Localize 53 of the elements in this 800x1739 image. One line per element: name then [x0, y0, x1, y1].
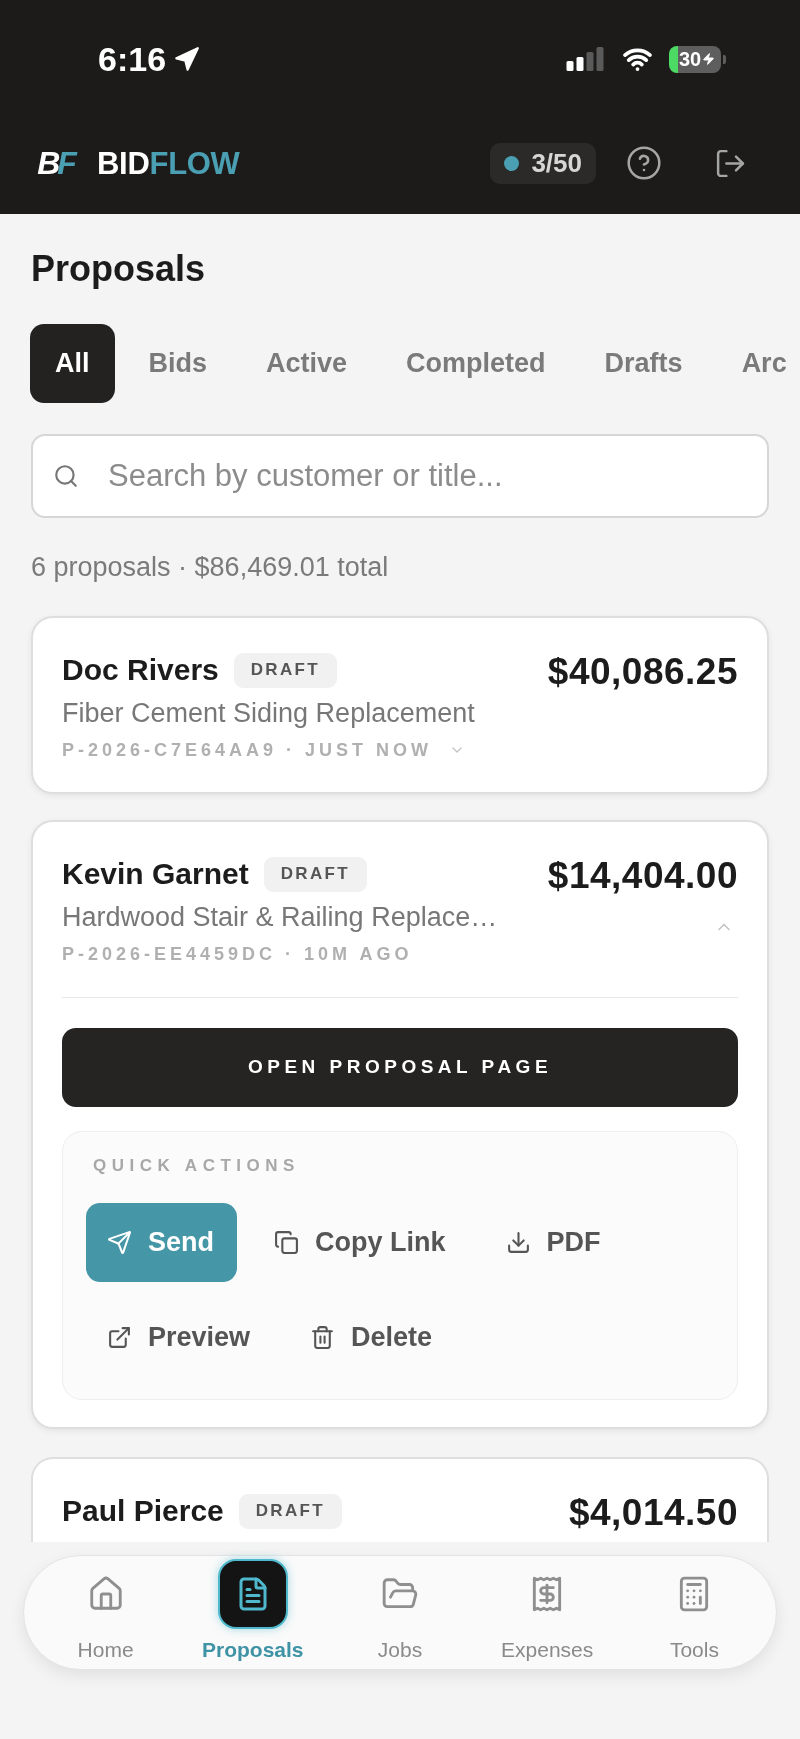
- filter-tab[interactable]: Bids: [123, 324, 233, 403]
- brand-name: BIDFLOW: [97, 147, 240, 179]
- customer-name: Kevin Garnet: [62, 856, 249, 892]
- filter-tab[interactable]: Drafts: [579, 324, 708, 403]
- section-label: QUICK ACTIONS: [93, 1155, 300, 1177]
- proposal-amount: $4,014.50: [568, 1493, 738, 1533]
- nav-tab[interactable]: Jobs: [326, 1559, 474, 1669]
- customer-name: Paul Pierce: [62, 1493, 224, 1529]
- proposal-meta: P-2026-C7E64AA9 · JUST NOW: [62, 739, 433, 762]
- status-badge: DRAFT: [238, 1493, 342, 1529]
- nav-tab[interactable]: Tools: [620, 1559, 768, 1669]
- nav-tab[interactable]: Proposals: [179, 1559, 327, 1669]
- filter-tab[interactable]: Completed: [381, 324, 571, 403]
- quick-action-button[interactable]: Preview: [86, 1298, 274, 1377]
- quick-action-button[interactable]: Delete: [289, 1298, 456, 1377]
- search-icon: [53, 463, 79, 489]
- proposal-amount: $40,086.25: [547, 652, 738, 692]
- external-link-icon: [107, 1325, 132, 1350]
- battery-percentage: 30: [679, 49, 702, 69]
- proposal-card[interactable]: Doc Rivers DRAFT Fiber Cement Siding Replacement P-2026-C7E64AA9 · JUST NOW $40,086.25: [31, 616, 769, 794]
- customer-name: Doc Rivers: [62, 652, 219, 688]
- search-field[interactable]: Search by customer or title...: [31, 434, 769, 518]
- proposal-amount: $14,404.00: [547, 856, 738, 896]
- proposal-title: Hardwood Stair & Railing Replace…: [62, 901, 498, 933]
- filter-tab[interactable]: All: [30, 324, 115, 403]
- charging-bolt-icon: [702, 51, 716, 67]
- copy-icon: [274, 1230, 299, 1255]
- quick-action-button[interactable]: Copy Link: [253, 1203, 469, 1282]
- logo-mark[interactable]: BF: [32, 139, 79, 187]
- location-arrow-icon: [173, 45, 201, 73]
- quick-action-button[interactable]: Send: [86, 1203, 237, 1282]
- usage-count: 3/50: [531, 150, 582, 176]
- download-icon: [505, 1230, 531, 1255]
- open-proposal-button[interactable]: OPEN PROPOSAL PAGE: [62, 1028, 738, 1107]
- help-icon[interactable]: [627, 146, 661, 180]
- quick-action-button[interactable]: PDF: [484, 1203, 624, 1282]
- status-badge: DRAFT: [233, 652, 337, 688]
- status-time: 6:16: [98, 42, 167, 76]
- document-icon: [217, 1559, 288, 1629]
- filter-tab[interactable]: Arc: [716, 324, 800, 403]
- status-badge: DRAFT: [263, 856, 367, 892]
- proposal-card[interactable]: Kevin Garnet DRAFT Hardwood Stair & Railing Replace… P-2026-EE4459DC · 10M AGO $14,404.00 OPEN PROPOSAL PAGE QUICK ACTIONS Send Copy Link PDF Preview Delete: [31, 820, 769, 1429]
- proposal-card[interactable]: Paul Pierce DRAFT $4,014.50: [31, 1457, 769, 1542]
- filter-tab[interactable]: Active: [241, 324, 373, 403]
- nav-tab[interactable]: Expenses: [473, 1559, 621, 1669]
- send-icon: [107, 1230, 132, 1255]
- proposal-meta: P-2026-EE4459DC · 10M AGO: [62, 943, 413, 966]
- nav-tab[interactable]: Home: [32, 1559, 180, 1669]
- signal-icon: [566, 47, 606, 71]
- page-title: Proposals: [31, 249, 206, 289]
- trash-icon: [310, 1325, 336, 1350]
- proposal-title: Fiber Cement Siding Replacement: [62, 697, 475, 729]
- proposal-summary: 6 proposals · $86,469.01 total: [31, 551, 389, 583]
